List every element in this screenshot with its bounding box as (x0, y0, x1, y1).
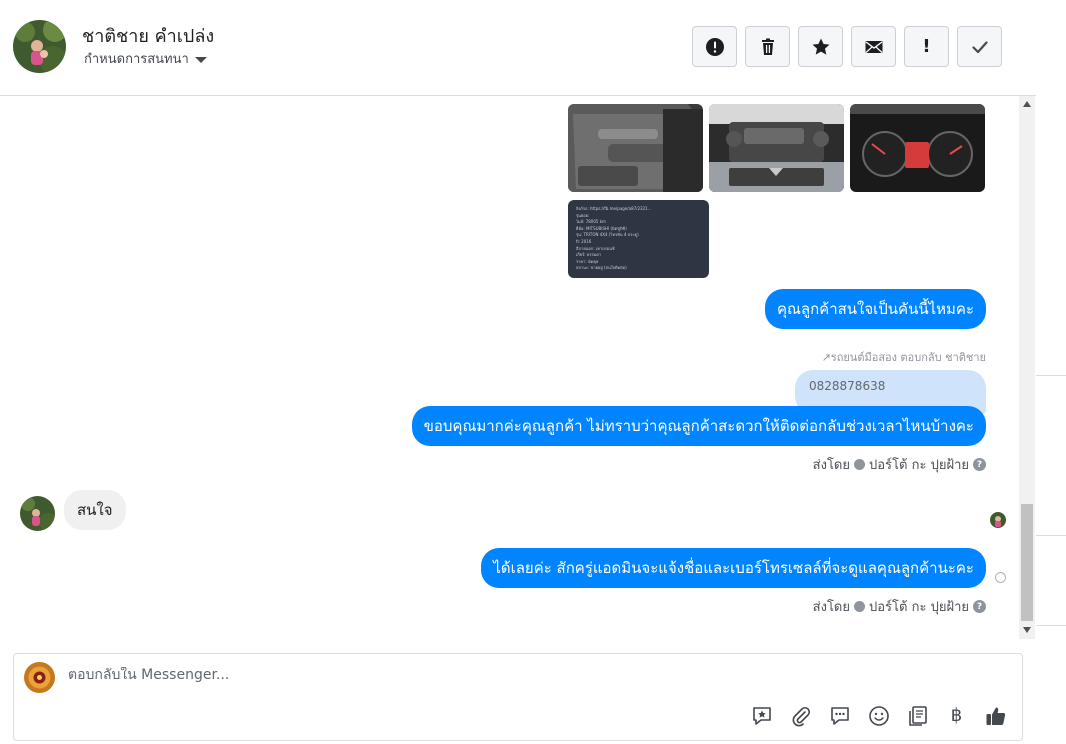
delete-button[interactable] (745, 26, 790, 67)
mark-unread-button[interactable] (851, 26, 896, 67)
message-thread: ลิงก์รถ: https://fb.me/page/a87/2321... … (0, 96, 1019, 639)
caret-down-icon (194, 56, 207, 63)
car-photo-door[interactable] (568, 104, 703, 192)
star-button[interactable] (798, 26, 843, 67)
car-photo-engine[interactable] (709, 104, 844, 192)
sent-by-label: ส่งโดย (812, 458, 850, 473)
incoming-message[interactable]: สนใจ (64, 490, 126, 530)
listing-line: สถานะ: ขายอยู่ (สนใจติดต่อ) (576, 265, 627, 271)
car-listing-image[interactable]: ลิงก์รถ: https://fb.me/page/a87/2321... … (568, 200, 709, 278)
reply-arrow-icon: ↗ (821, 351, 831, 364)
quick-reply-button[interactable] (828, 704, 851, 727)
sent-by-label: ส่งโดย (812, 600, 850, 615)
contact-name[interactable]: ชาติชาย คำเปล่ง (82, 21, 214, 50)
report-button[interactable] (692, 26, 737, 67)
listing-line: ยี่ห้อ: MITSUBISHI (มิตซูบิชิ) (576, 225, 627, 231)
composer-toolbar: ฿ (750, 704, 1007, 727)
outgoing-message[interactable]: ได้เลยค่ะ สักครู่แอดมินจะแจ้งชื่อและเบอร… (481, 548, 986, 588)
assign-conversation-dropdown[interactable]: กำหนดการสนทนา (84, 48, 207, 69)
page-icon (854, 601, 865, 612)
listing-line: ปี: 2016 (576, 238, 592, 244)
listing-line: ราคา: นัดคุย (576, 258, 599, 264)
page-icon (854, 459, 865, 470)
quoted-phone-number: 0828878638 (809, 379, 886, 393)
payment-button[interactable]: ฿ (945, 704, 968, 727)
divider (1036, 625, 1066, 626)
alert-circle-icon (705, 37, 724, 56)
paperclip-icon (792, 706, 810, 726)
reply-context: ↗รถยนต์มือสอง ตอบกลับ ชาติชาย (822, 348, 986, 366)
saved-reply-button[interactable] (750, 704, 773, 727)
exclamation-icon: ! (922, 36, 931, 57)
divider (1036, 375, 1066, 376)
listing-line: ลิงก์รถ: https://fb.me/page/a87/2321... (576, 206, 652, 211)
done-button[interactable] (957, 26, 1002, 67)
message-composer: ฿ (13, 653, 1023, 741)
help-icon[interactable]: ? (973, 458, 986, 471)
messenger-inbox: ชาติชาย คำเปล่ง กำหนดการสนทนา ! ลิงก์รถ:… (0, 0, 1066, 744)
sent-status-icon (995, 572, 1006, 583)
attach-button[interactable] (789, 704, 812, 727)
page-avatar (24, 662, 55, 693)
scroll-up-arrow-icon[interactable] (1023, 101, 1031, 107)
right-panel (1036, 0, 1066, 744)
thread-scrollbar[interactable] (1019, 96, 1035, 639)
contact-avatar-small[interactable] (20, 496, 55, 531)
sent-by-info: ส่งโดย ปอร์โต้ กะ ปุยฝ้าย ? (813, 596, 986, 617)
baht-icon: ฿ (950, 705, 963, 726)
assign-label: กำหนดการสนทนา (84, 52, 189, 67)
sender-name: ปอร์โต้ กะ ปุยฝ้าย (869, 600, 969, 615)
scrollbar-thumb[interactable] (1021, 504, 1033, 621)
chat-bubble-icon (830, 706, 849, 725)
conversation-toolbar: ! (692, 26, 1002, 67)
listing-line: รุ่นย่อย: (576, 212, 590, 218)
car-photo-dashboard[interactable] (850, 104, 985, 192)
emoji-button[interactable] (867, 704, 890, 727)
contact-avatar[interactable] (13, 20, 66, 73)
trash-icon (761, 38, 774, 55)
thumbs-up-icon (986, 707, 1005, 725)
listing-line: ไมล์: 78005 km (576, 219, 606, 225)
right-panel-edge (1036, 0, 1066, 744)
star-bubble-icon (752, 706, 771, 725)
checkmark-icon (971, 40, 988, 53)
reply-input[interactable] (68, 667, 668, 683)
smiley-icon (868, 705, 889, 726)
like-button[interactable] (984, 704, 1007, 727)
envelope-icon (865, 40, 882, 53)
outgoing-message[interactable]: ขอบคุณมากค่ะคุณลูกค้า ไม่ทราบว่าคุณลูกค้… (411, 406, 986, 446)
seen-avatar (990, 512, 1006, 528)
divider (1036, 535, 1066, 536)
star-icon (812, 38, 829, 55)
reply-context-text: รถยนต์มือสอง ตอบกลับ ชาติชาย (830, 351, 986, 364)
sent-by-info: ส่งโดย ปอร์โต้ กะ ปุยฝ้าย ? (813, 454, 986, 475)
listing-line: สีภายนอก: เทาบรอนซ์ (576, 245, 615, 251)
listing-line: เกียร์: ธรรมดา (576, 252, 602, 258)
book-icon (908, 705, 927, 726)
listing-line: รุ่น: TRITON 4X4 (ไทรทัน 4 ประตู) (576, 232, 639, 238)
outgoing-message[interactable]: คุณลูกค้าสนใจเป็นคันนี้ไหมคะ (764, 289, 986, 329)
conversation-header: ชาติชาย คำเปล่ง กำหนดการสนทนา ! (0, 0, 1036, 96)
scroll-down-arrow-icon[interactable] (1023, 627, 1031, 633)
spam-button[interactable]: ! (904, 26, 949, 67)
catalog-button[interactable] (906, 704, 929, 727)
help-icon[interactable]: ? (973, 600, 986, 613)
sender-name: ปอร์โต้ กะ ปุยฝ้าย (869, 458, 969, 473)
